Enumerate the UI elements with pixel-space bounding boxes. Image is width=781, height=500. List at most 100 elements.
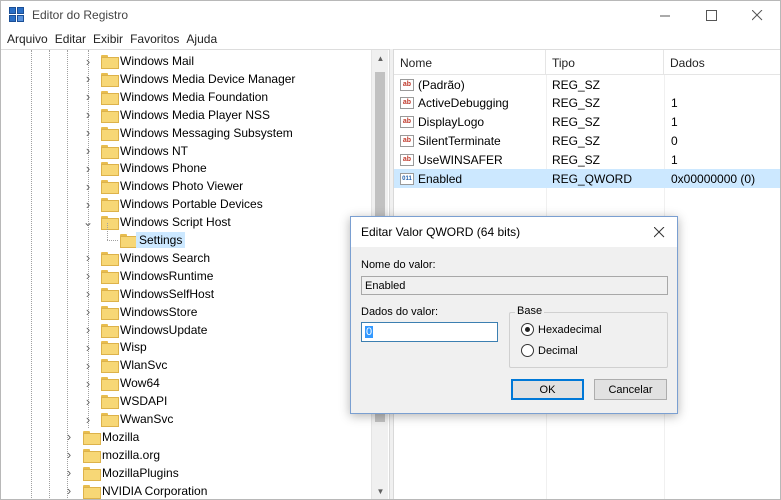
- tree-item[interactable]: › WindowsStore: [1, 303, 371, 321]
- chevron-right-icon[interactable]: ›: [83, 177, 93, 195]
- column-header-name[interactable]: Nome: [394, 50, 546, 75]
- tree-item[interactable]: › WlanSvc: [1, 356, 371, 374]
- tree-item[interactable]: › Windows Media Foundation: [1, 88, 371, 106]
- tree-item[interactable]: › Windows Search: [1, 249, 371, 267]
- base-groupbox-title: Base: [515, 305, 545, 317]
- chevron-right-icon[interactable]: ›: [83, 52, 93, 70]
- chevron-right-icon[interactable]: ›: [83, 303, 93, 321]
- tree-item[interactable]: › NVIDIA Corporation: [1, 482, 371, 499]
- minimize-icon: [659, 15, 670, 16]
- radio-checked-icon[interactable]: [521, 323, 534, 336]
- tree-item[interactable]: › MozillaPlugins: [1, 464, 371, 482]
- column-header-data[interactable]: Dados: [664, 50, 780, 75]
- close-button[interactable]: [734, 1, 780, 29]
- chevron-right-icon[interactable]: ›: [64, 428, 74, 446]
- chevron-right-icon[interactable]: ›: [64, 464, 74, 482]
- string-value-icon: ab: [400, 97, 414, 110]
- menu-arquivo[interactable]: Arquivo: [6, 32, 54, 46]
- chevron-right-icon[interactable]: ›: [83, 392, 93, 410]
- tree-item[interactable]: › Wisp: [1, 338, 371, 356]
- tree-item[interactable]: › mozilla.org: [1, 446, 371, 464]
- chevron-down-icon[interactable]: ⌄: [83, 213, 93, 231]
- tree-item[interactable]: Settings: [1, 223, 371, 249]
- tree-item[interactable]: › Windows NT: [1, 142, 371, 160]
- tree-item[interactable]: › WindowsUpdate: [1, 321, 371, 339]
- menu-bar: Arquivo Editar Exibir Favoritos Ajuda: [1, 29, 780, 49]
- value-type: REG_SZ: [552, 115, 601, 130]
- tree-item[interactable]: › WindowsSelfHost: [1, 285, 371, 303]
- chevron-right-icon[interactable]: ›: [83, 356, 93, 374]
- tree-item-label: WindowsUpdate: [120, 322, 208, 337]
- tree-item[interactable]: › Wow64: [1, 374, 371, 392]
- list-item[interactable]: ab UseWINSAFER REG_SZ 1: [394, 150, 780, 169]
- binary-value-icon: 011: [400, 172, 414, 185]
- tree-item[interactable]: › Windows Mail: [1, 52, 371, 70]
- tree-item[interactable]: › Windows Media Device Manager: [1, 70, 371, 88]
- tree-item[interactable]: › WSDAPI: [1, 392, 371, 410]
- chevron-right-icon[interactable]: ›: [83, 142, 93, 160]
- radio-decimal-label: Decimal: [538, 344, 578, 357]
- tree-item[interactable]: › WwanSvc: [1, 410, 371, 428]
- tree-item[interactable]: › Windows Phone: [1, 159, 371, 177]
- value-data-input[interactable]: 0: [361, 322, 498, 342]
- column-header-type[interactable]: Tipo: [546, 50, 664, 75]
- chevron-right-icon[interactable]: ›: [83, 124, 93, 142]
- radio-hexadecimal[interactable]: Hexadecimal: [521, 323, 602, 336]
- tree-item[interactable]: › Windows Messaging Subsystem: [1, 124, 371, 142]
- folder-icon: [83, 448, 101, 463]
- chevron-right-icon[interactable]: ›: [83, 195, 93, 213]
- folder-icon: [83, 484, 101, 499]
- chevron-right-icon[interactable]: ›: [83, 159, 93, 177]
- chevron-right-icon[interactable]: ›: [83, 249, 93, 267]
- folder-icon: [101, 126, 119, 141]
- chevron-right-icon[interactable]: ›: [83, 267, 93, 285]
- menu-exibir[interactable]: Exibir: [92, 32, 129, 46]
- minimize-button[interactable]: [642, 1, 688, 29]
- menu-editar[interactable]: Editar: [54, 32, 92, 46]
- ok-button[interactable]: OK: [511, 379, 584, 400]
- list-item[interactable]: ab SilentTerminate REG_SZ 0: [394, 131, 780, 150]
- tree-item[interactable]: › Windows Media Player NSS: [1, 106, 371, 124]
- menu-favoritos[interactable]: Favoritos: [129, 32, 185, 46]
- folder-icon: [101, 162, 119, 177]
- menu-ajuda[interactable]: Ajuda: [185, 32, 223, 46]
- value-data: 0: [671, 133, 678, 148]
- chevron-right-icon[interactable]: ›: [64, 446, 74, 464]
- chevron-right-icon[interactable]: ›: [83, 106, 93, 124]
- title-bar[interactable]: Editor do Registro: [1, 1, 780, 29]
- list-item[interactable]: ab DisplayLogo REG_SZ 1: [394, 113, 780, 132]
- radio-unchecked-icon[interactable]: [521, 344, 534, 357]
- value-name: UseWINSAFER: [418, 152, 503, 167]
- dialog-title-bar[interactable]: Editar Valor QWORD (64 bits): [351, 217, 677, 247]
- tree-item[interactable]: › Windows Photo Viewer: [1, 177, 371, 195]
- folder-icon: [101, 144, 119, 159]
- value-type: REG_SZ: [552, 133, 601, 148]
- chevron-right-icon[interactable]: ›: [83, 338, 93, 356]
- registry-key-tree[interactable]: ▲ ▼ › Windows Mail › Windows Media Device M…: [1, 49, 389, 499]
- chevron-right-icon[interactable]: ›: [83, 321, 93, 339]
- list-item[interactable]: 011 Enabled REG_QWORD 0x00000000 (0): [394, 169, 780, 188]
- chevron-right-icon[interactable]: ›: [83, 285, 93, 303]
- dialog-close-button[interactable]: [649, 222, 669, 242]
- registry-editor-window: Editor do Registro Arquivo Editar Exibir…: [0, 0, 781, 500]
- maximize-button[interactable]: [688, 1, 734, 29]
- list-item[interactable]: ab ActiveDebugging REG_SZ 1: [394, 94, 780, 113]
- tree-item[interactable]: › WindowsRuntime: [1, 267, 371, 285]
- list-item[interactable]: ab (Padrão) REG_SZ: [394, 75, 780, 94]
- folder-icon: [101, 341, 119, 356]
- tree-item[interactable]: › Mozilla: [1, 428, 371, 446]
- cancel-button[interactable]: Cancelar: [594, 379, 667, 400]
- folder-icon: [101, 305, 119, 320]
- chevron-right-icon[interactable]: ›: [64, 482, 74, 499]
- scroll-up-icon[interactable]: ▲: [372, 50, 389, 67]
- tree-item[interactable]: › Windows Portable Devices: [1, 195, 371, 213]
- string-value-icon: ab: [400, 134, 414, 147]
- scroll-down-icon[interactable]: ▼: [372, 483, 389, 499]
- chevron-right-icon[interactable]: ›: [83, 374, 93, 392]
- tree-item-label: Windows Messaging Subsystem: [120, 125, 293, 140]
- chevron-right-icon[interactable]: ›: [83, 70, 93, 88]
- radio-decimal[interactable]: Decimal: [521, 344, 578, 357]
- tree-item[interactable]: ⌄ Windows Script Host: [1, 213, 371, 231]
- chevron-right-icon[interactable]: ›: [83, 410, 93, 428]
- chevron-right-icon[interactable]: ›: [83, 88, 93, 106]
